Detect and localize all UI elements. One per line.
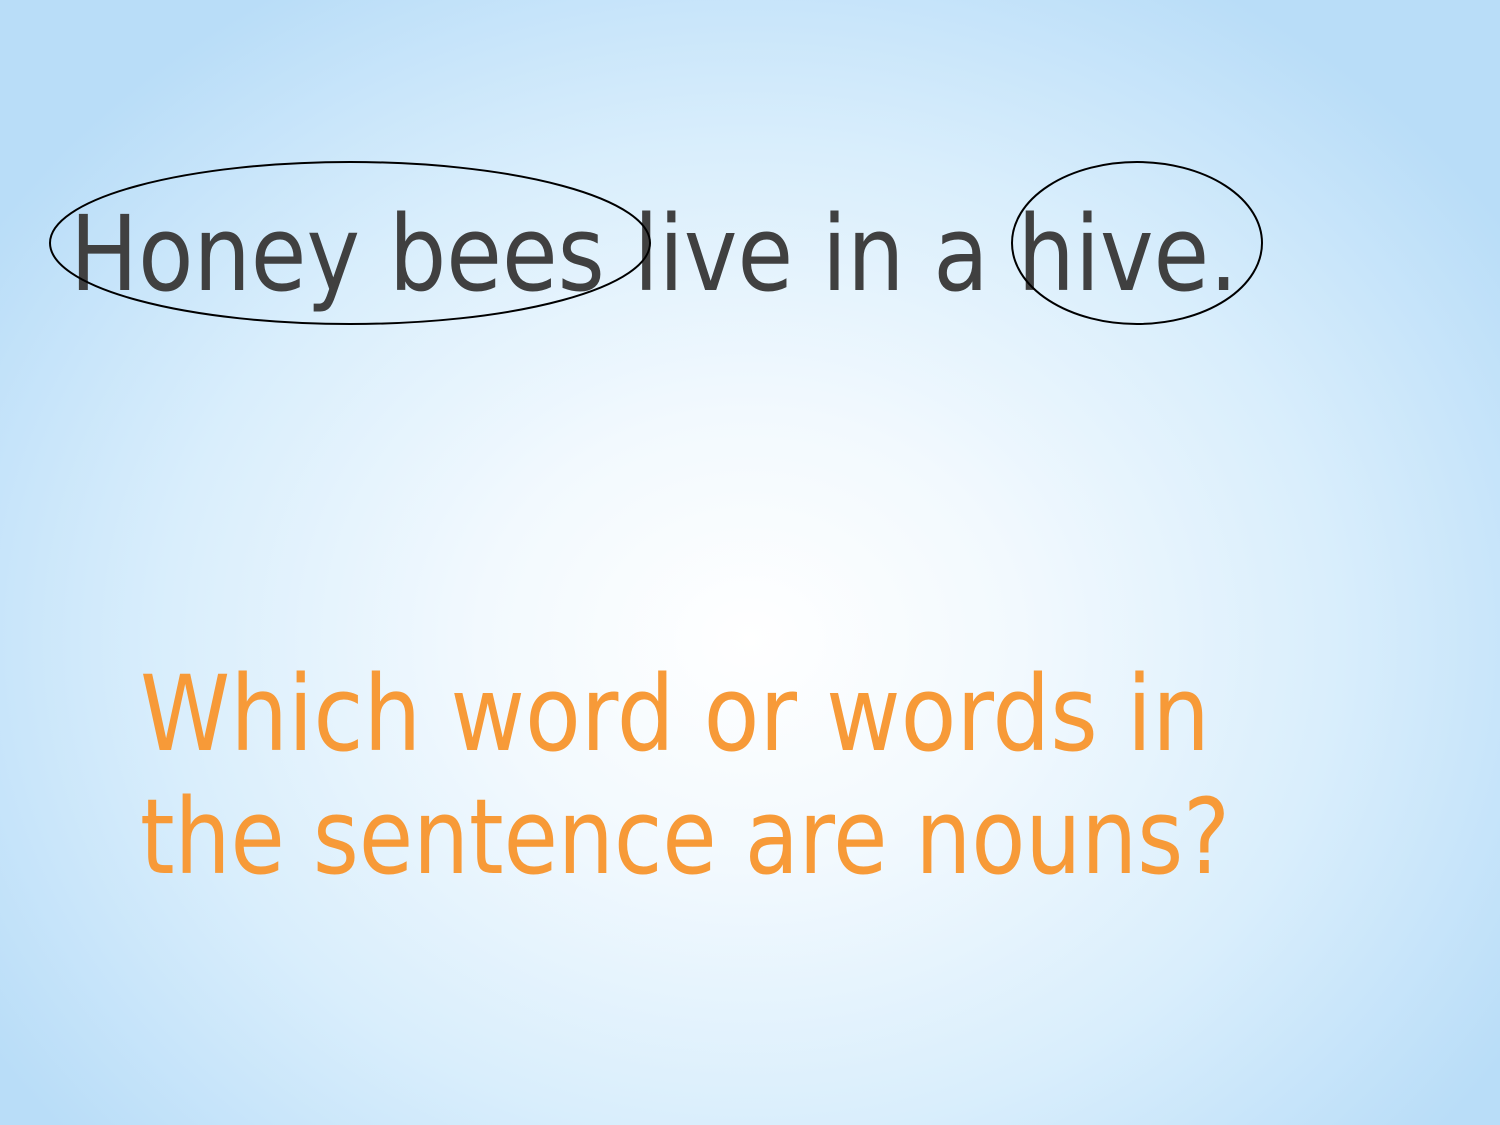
slide: Honey bees live in a hive. Which word or…: [0, 0, 1500, 1125]
question-line-1: Which word or words in: [140, 653, 1210, 775]
slide-canvas: Honey bees live in a hive. Which word or…: [49, 161, 1263, 898]
sentence-text: Honey bees live in a hive.: [70, 193, 1238, 315]
question-line-2: the sentence are nouns?: [140, 776, 1230, 898]
